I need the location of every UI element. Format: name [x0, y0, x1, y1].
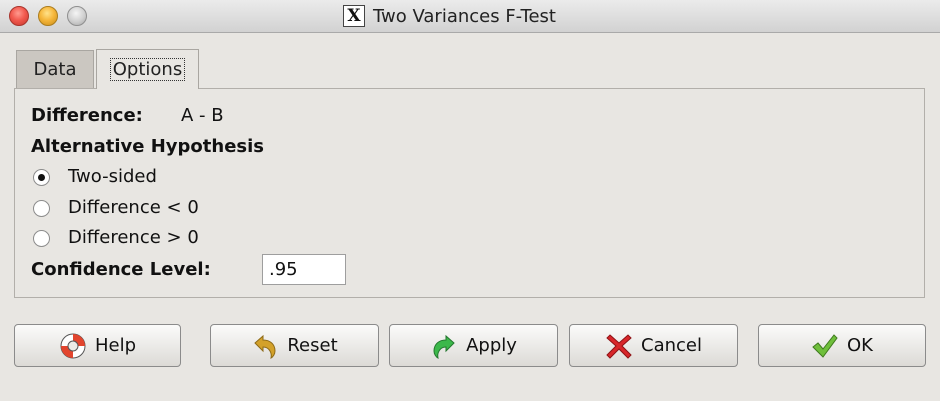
reset-button-label: Reset — [287, 335, 338, 356]
tab-data[interactable]: Data — [16, 50, 94, 88]
help-button[interactable]: Help — [14, 324, 181, 367]
radio-two-sided-label[interactable]: Two-sided — [68, 166, 157, 187]
checkmark-icon — [811, 332, 839, 360]
ok-button[interactable]: OK — [758, 324, 926, 367]
radio-difference-greater-than-zero[interactable] — [33, 230, 50, 247]
red-x-icon — [605, 332, 633, 360]
close-window-button[interactable] — [9, 6, 29, 26]
window-title-text: Two Variances F-Test — [373, 5, 556, 27]
dialog-window: X Two Variances F-Test Data Options Diff… — [0, 0, 940, 401]
radio-two-sided[interactable] — [33, 169, 50, 186]
lifebuoy-icon — [59, 332, 87, 360]
radio-difference-less-label[interactable]: Difference < 0 — [68, 197, 199, 218]
minimize-window-button[interactable] — [38, 6, 58, 26]
apply-button-label: Apply — [466, 335, 517, 356]
help-button-label: Help — [94, 335, 137, 356]
cancel-button[interactable]: Cancel — [569, 324, 738, 367]
tab-options-label: Options — [109, 58, 186, 81]
alternative-hypothesis-heading: Alternative Hypothesis — [31, 136, 265, 157]
cancel-button-label: Cancel — [641, 335, 702, 356]
ok-button-label: OK — [847, 335, 873, 356]
radio-difference-greater-label[interactable]: Difference > 0 — [68, 227, 199, 248]
zoom-window-button[interactable] — [67, 6, 87, 26]
x11-icon: X — [343, 5, 365, 27]
apply-button[interactable]: Apply — [389, 324, 558, 367]
window-title: X Two Variances F-Test — [343, 5, 556, 27]
difference-value: A - B — [181, 105, 224, 126]
tab-data-label: Data — [33, 59, 77, 80]
redo-arrow-icon — [430, 332, 458, 360]
confidence-level-label: Confidence Level: — [31, 259, 211, 280]
radio-difference-less-than-zero[interactable] — [33, 200, 50, 217]
undo-arrow-icon — [251, 332, 279, 360]
title-bar: X Two Variances F-Test — [0, 0, 940, 33]
reset-button[interactable]: Reset — [210, 324, 379, 367]
difference-label: Difference: — [31, 105, 143, 126]
tab-options[interactable]: Options — [96, 49, 199, 89]
confidence-level-input[interactable]: .95 — [262, 254, 346, 285]
